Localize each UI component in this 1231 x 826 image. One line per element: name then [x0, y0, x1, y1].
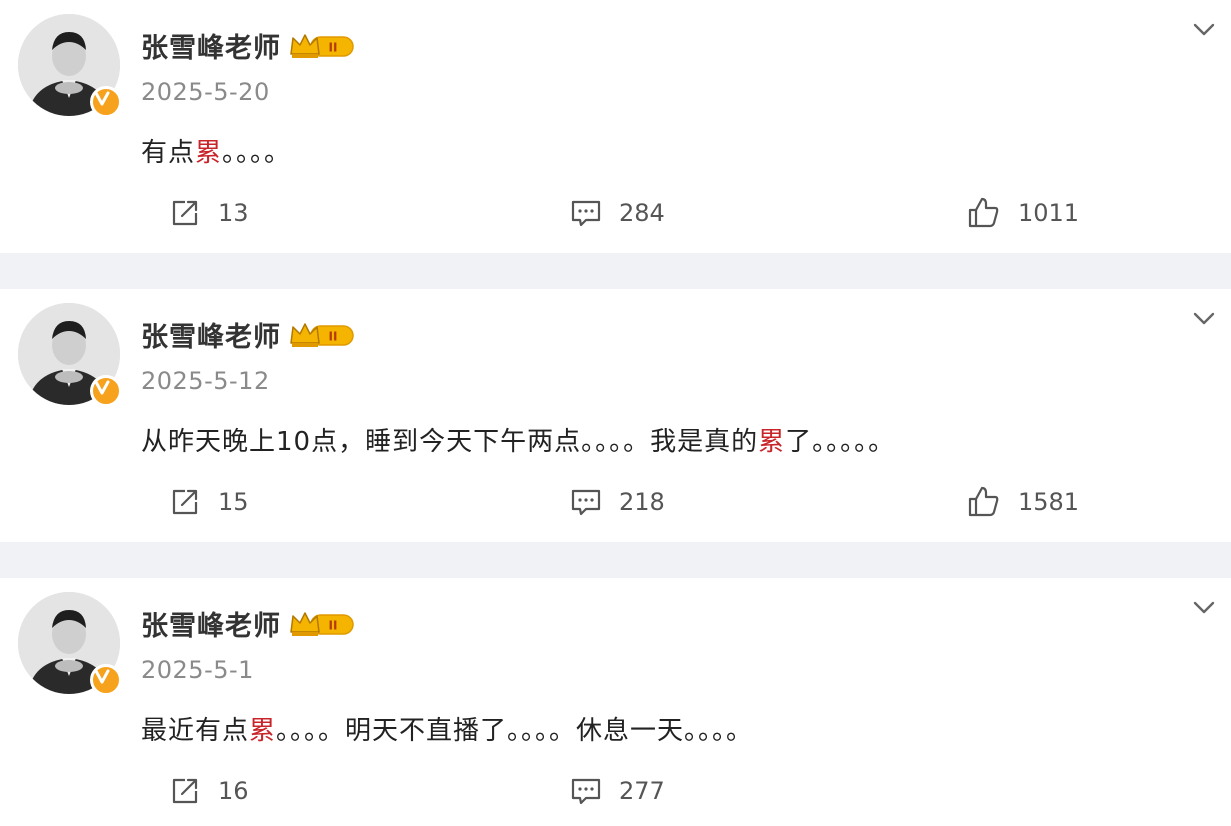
comment-count: 277 [619, 777, 665, 805]
post-actions: 13 284 1011 [0, 190, 1231, 240]
avatar[interactable] [18, 303, 122, 407]
chevron-down-icon[interactable] [1191, 16, 1217, 42]
highlight-text: 累 [249, 716, 277, 746]
crown-member-icon[interactable]: II [289, 608, 355, 640]
svg-text:II: II [329, 40, 338, 54]
weibo-feed: 张雪峰老师 II 2025-5-20 有点累。。。。 13 284 1011 张… [0, 0, 1231, 826]
post-actions: 16 277 [0, 768, 1231, 818]
feed-post: 张雪峰老师 II 2025-5-12 从昨天晚上10点，睡到今天下午两点。。。。… [0, 289, 1231, 542]
repost-button[interactable]: 15 [168, 479, 249, 525]
highlight-text: 累 [758, 427, 786, 457]
like-button[interactable]: 1581 [966, 479, 1079, 525]
comment-button[interactable]: 284 [569, 190, 665, 236]
repost-button[interactable]: 16 [168, 768, 249, 814]
comment-count: 218 [619, 488, 665, 516]
thumbs-up-icon [968, 486, 999, 517]
repost-icon [172, 489, 198, 515]
repost-icon [172, 200, 198, 226]
repost-icon [172, 778, 198, 804]
like-button[interactable]: 1011 [966, 190, 1079, 236]
post-content: 有点累。。。。 [141, 138, 292, 168]
post-content: 从昨天晚上10点，睡到今天下午两点。。。。我是真的累了。。。。。 [141, 427, 896, 457]
feed-post: 张雪峰老师 II 2025-5-20 有点累。。。。 13 284 1011 [0, 0, 1231, 253]
comment-icon [571, 489, 601, 516]
highlight-text: 累 [195, 138, 223, 168]
like-count: 1581 [1018, 488, 1080, 516]
svg-text:II: II [329, 618, 338, 632]
feed-post: 张雪峰老师 II 2025-5-1 最近有点累。。。。明天不直播了。。。。休息一… [0, 578, 1231, 826]
avatar[interactable] [18, 14, 122, 118]
verified-v-icon [90, 375, 122, 407]
crown-member-icon[interactable]: II [289, 319, 355, 351]
chevron-down-icon[interactable] [1191, 305, 1217, 331]
repost-count: 15 [218, 488, 249, 516]
repost-button[interactable]: 13 [168, 190, 249, 236]
post-date[interactable]: 2025-5-1 [141, 656, 254, 684]
repost-count: 13 [218, 199, 249, 227]
comment-count: 284 [619, 199, 665, 227]
comment-button[interactable]: 277 [569, 768, 665, 814]
like-count: 1011 [1018, 199, 1080, 227]
crown-member-icon[interactable]: II [289, 30, 355, 62]
post-date[interactable]: 2025-5-12 [141, 367, 270, 395]
author-name[interactable]: 张雪峰老师 [141, 26, 281, 65]
verified-v-icon [90, 86, 122, 118]
chevron-down-icon[interactable] [1191, 594, 1217, 620]
svg-text:II: II [329, 329, 338, 343]
comment-icon [571, 200, 601, 227]
thumbs-up-icon [968, 197, 999, 228]
author-name[interactable]: 张雪峰老师 [141, 315, 281, 354]
comment-icon [571, 778, 601, 805]
post-content: 最近有点累。。。。明天不直播了。。。。休息一天。。。。 [141, 716, 754, 746]
verified-v-icon [90, 664, 122, 696]
author-name[interactable]: 张雪峰老师 [141, 604, 281, 643]
comment-button[interactable]: 218 [569, 479, 665, 525]
repost-count: 16 [218, 777, 249, 805]
avatar[interactable] [18, 592, 122, 696]
post-date[interactable]: 2025-5-20 [141, 78, 270, 106]
post-actions: 15 218 1581 [0, 479, 1231, 529]
